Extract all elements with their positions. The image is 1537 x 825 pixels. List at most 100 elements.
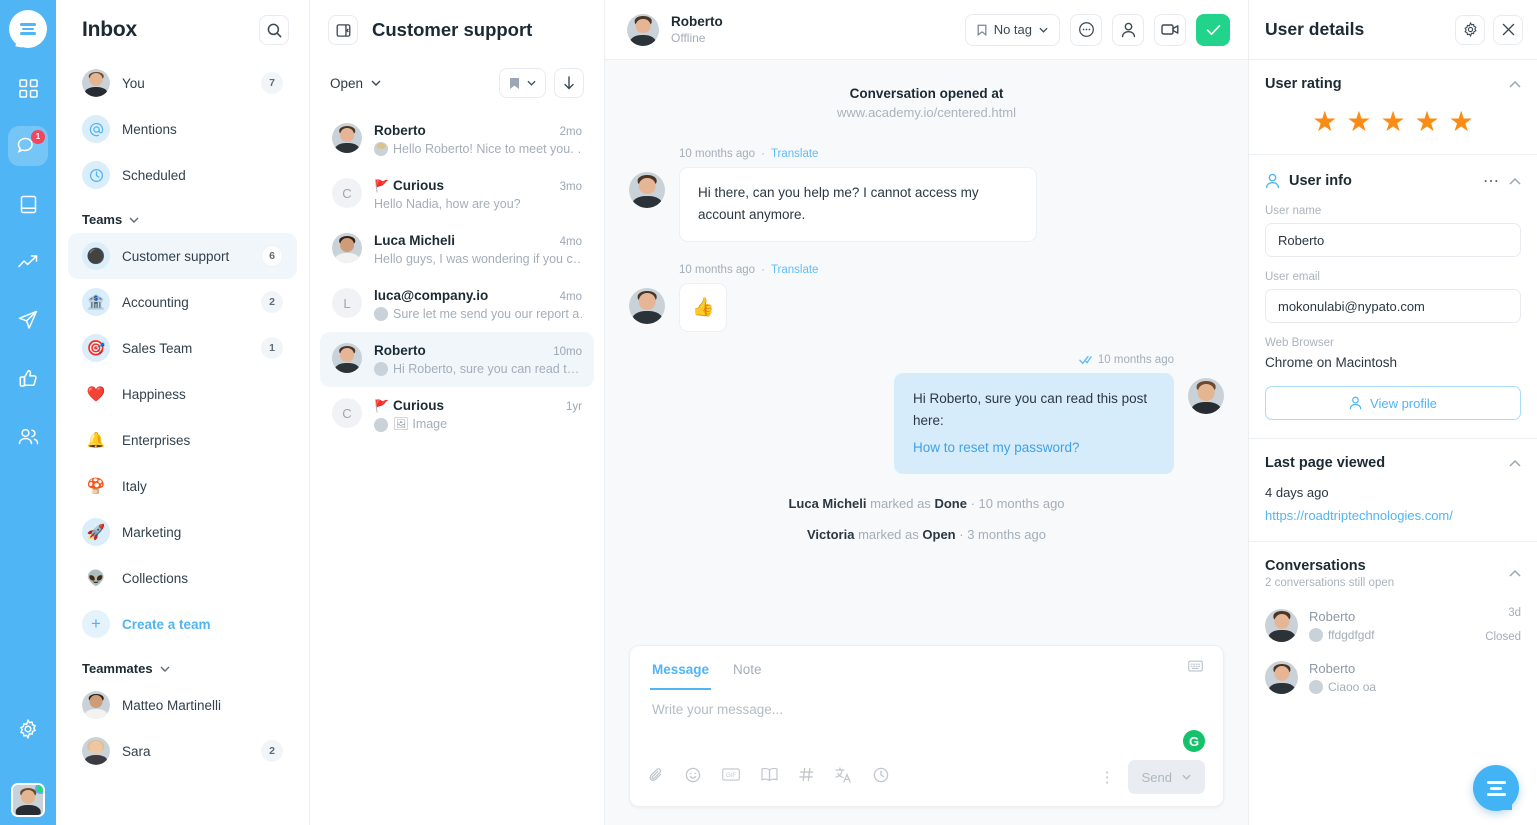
list-item[interactable]: Roberto 2mo Hello Roberto! Nice to meet … bbox=[320, 112, 594, 167]
send-paperplane-icon[interactable] bbox=[8, 300, 48, 340]
user-name-field[interactable]: Roberto bbox=[1265, 223, 1521, 257]
sidebar-item-label: Collections bbox=[122, 570, 189, 586]
conversations-section: Conversations 2 conversations still open… bbox=[1249, 542, 1537, 712]
more-horizontal-icon[interactable]: ⋯ bbox=[1483, 171, 1500, 191]
create-team-button[interactable]: + Create a team bbox=[68, 601, 297, 647]
message-outgoing: 10 months ago Hi Roberto, sure you can r… bbox=[629, 354, 1224, 475]
translate-link[interactable]: Translate bbox=[771, 148, 819, 160]
rail-bottom bbox=[0, 709, 56, 817]
teams-section-header[interactable]: Teams bbox=[68, 198, 297, 233]
person-icon[interactable] bbox=[1112, 13, 1144, 46]
conversation-time: 3mo bbox=[559, 181, 582, 193]
user-email-field[interactable]: mokonulabi@nypato.com bbox=[1265, 289, 1521, 323]
list-item[interactable]: Roberto Ciaoo oa bbox=[1265, 661, 1521, 694]
attachment-paperclip-icon[interactable] bbox=[648, 767, 664, 788]
user-info-section: User info ⋯ User name Roberto User email… bbox=[1249, 155, 1537, 439]
sidebar-item-you[interactable]: You 7 bbox=[68, 60, 297, 106]
contacts-people-icon[interactable] bbox=[8, 416, 48, 456]
more-circle-icon[interactable] bbox=[1070, 13, 1102, 46]
chevron-up-icon[interactable] bbox=[1509, 80, 1521, 88]
star-icon[interactable]: ★ bbox=[1380, 108, 1405, 136]
gear-icon[interactable] bbox=[8, 709, 48, 749]
hashtag-icon[interactable] bbox=[799, 767, 814, 787]
message-time: 10 months ago bbox=[679, 148, 756, 160]
bookmark-filter-dropdown[interactable] bbox=[499, 68, 546, 98]
system-action: marked as bbox=[870, 496, 931, 512]
web-browser-value: Chrome on Macintosh bbox=[1265, 355, 1398, 370]
knowledge-book-icon[interactable] bbox=[761, 767, 778, 787]
conversations-icon[interactable]: 1 bbox=[8, 126, 48, 166]
system-actor: Victoria bbox=[806, 527, 855, 543]
composer-right: ⋮ Send bbox=[1100, 760, 1205, 794]
sidebar-item-mentions[interactable]: Mentions bbox=[68, 106, 297, 152]
apps-grid-icon[interactable] bbox=[8, 68, 48, 108]
star-icon[interactable]: ★ bbox=[1449, 108, 1474, 136]
book-icon[interactable] bbox=[8, 184, 48, 224]
sidebar-item-customer-support[interactable]: ⚫ Customer support 6 bbox=[68, 233, 297, 279]
chevron-up-icon[interactable] bbox=[1509, 177, 1521, 185]
grammarly-icon[interactable]: G bbox=[1183, 730, 1205, 752]
translate-link[interactable]: Translate bbox=[771, 264, 819, 276]
sidebar-item-italy[interactable]: 🍄 Italy bbox=[68, 463, 297, 509]
schedule-clock-icon[interactable] bbox=[873, 767, 889, 788]
chat-widget-icon[interactable] bbox=[1473, 765, 1519, 811]
sidebar-item-scheduled[interactable]: Scheduled bbox=[68, 152, 297, 198]
view-profile-button[interactable]: View profile bbox=[1265, 386, 1521, 420]
status-badge: Closed bbox=[1485, 631, 1521, 643]
message-input[interactable]: Write your message... bbox=[630, 690, 1223, 752]
avatar bbox=[629, 172, 665, 208]
system-time: 10 months ago bbox=[978, 496, 1065, 512]
chevron-up-icon[interactable] bbox=[1509, 459, 1521, 467]
list-item[interactable]: Roberto ffdgdfgdf 3d Closed bbox=[1265, 607, 1521, 643]
send-button[interactable]: Send bbox=[1127, 760, 1205, 794]
status-filter-dropdown[interactable]: Open bbox=[330, 76, 381, 91]
avatar bbox=[332, 123, 362, 153]
sidebar-item-marketing[interactable]: 🚀 Marketing bbox=[68, 509, 297, 555]
star-icon[interactable]: ★ bbox=[1415, 108, 1440, 136]
star-icon[interactable]: ★ bbox=[1346, 108, 1371, 136]
gif-icon[interactable]: GIF bbox=[722, 768, 740, 786]
list-item[interactable]: C 🚩 Curious 1yr 🖼 Image bbox=[320, 387, 594, 443]
current-user-avatar[interactable] bbox=[11, 783, 45, 817]
list-item[interactable]: C 🚩 Curious 3mo Hello Nadia, how are you? bbox=[320, 167, 594, 222]
sidebar-item-sales-team[interactable]: 🎯 Sales Team 1 bbox=[68, 325, 297, 371]
tab-note[interactable]: Note bbox=[731, 646, 764, 690]
thumbs-up-icon[interactable] bbox=[8, 358, 48, 398]
analytics-trend-icon[interactable] bbox=[8, 242, 48, 282]
chevron-down-icon bbox=[160, 666, 170, 672]
avatar bbox=[332, 233, 362, 263]
star-icon[interactable]: ★ bbox=[1312, 108, 1337, 136]
sidebar-item-accounting[interactable]: 🏦 Accounting 2 bbox=[68, 279, 297, 325]
sidebar-item-happiness[interactable]: ❤️ Happiness bbox=[68, 371, 297, 417]
translate-icon[interactable] bbox=[835, 766, 852, 788]
chat-messages: Conversation opened at www.academy.io/ce… bbox=[605, 60, 1248, 635]
search-icon[interactable] bbox=[259, 15, 289, 45]
list-item[interactable]: L luca@company.io 4mo Sure let me send y… bbox=[320, 277, 594, 332]
tab-message[interactable]: Message bbox=[650, 646, 712, 690]
teammates-section-header[interactable]: Teammates bbox=[68, 647, 297, 682]
gear-icon[interactable] bbox=[1455, 14, 1485, 45]
panel-collapse-icon[interactable] bbox=[328, 15, 358, 45]
more-vertical-icon[interactable]: ⋮ bbox=[1100, 768, 1116, 786]
list-item[interactable]: Luca Micheli 4mo Hello guys, I was wonde… bbox=[320, 222, 594, 277]
sort-down-arrow-icon[interactable] bbox=[554, 68, 584, 98]
last-page-url[interactable]: https://roadtriptechnologies.com/ bbox=[1265, 508, 1521, 523]
resolve-conversation-button[interactable] bbox=[1196, 13, 1230, 46]
list-item[interactable]: Roberto 10mo Hi Roberto, sure you can re… bbox=[320, 332, 594, 387]
sidebar-item-collections[interactable]: 👽 Collections bbox=[68, 555, 297, 601]
sidebar-item-sara[interactable]: Sara 2 bbox=[68, 728, 297, 774]
sender-mini-avatar bbox=[1309, 680, 1323, 694]
keyboard-shortcut-icon[interactable] bbox=[1188, 659, 1203, 677]
close-icon[interactable] bbox=[1493, 14, 1523, 45]
sidebar-item-label: You bbox=[122, 75, 145, 91]
video-camera-icon[interactable] bbox=[1154, 13, 1186, 46]
sidebar-item-label: Marketing bbox=[122, 524, 182, 540]
sidebar-item-enterprises[interactable]: 🔔 Enterprises bbox=[68, 417, 297, 463]
emoji-smiley-icon[interactable] bbox=[685, 767, 701, 788]
message-link[interactable]: How to reset my password? bbox=[913, 437, 1155, 459]
page-title: Inbox bbox=[82, 18, 137, 41]
tag-dropdown[interactable]: No tag bbox=[964, 13, 1060, 46]
status-filter-label: Open bbox=[330, 75, 364, 91]
sidebar-item-matteo-martinelli[interactable]: Matteo Martinelli bbox=[68, 682, 297, 728]
chevron-up-icon[interactable] bbox=[1509, 570, 1521, 577]
